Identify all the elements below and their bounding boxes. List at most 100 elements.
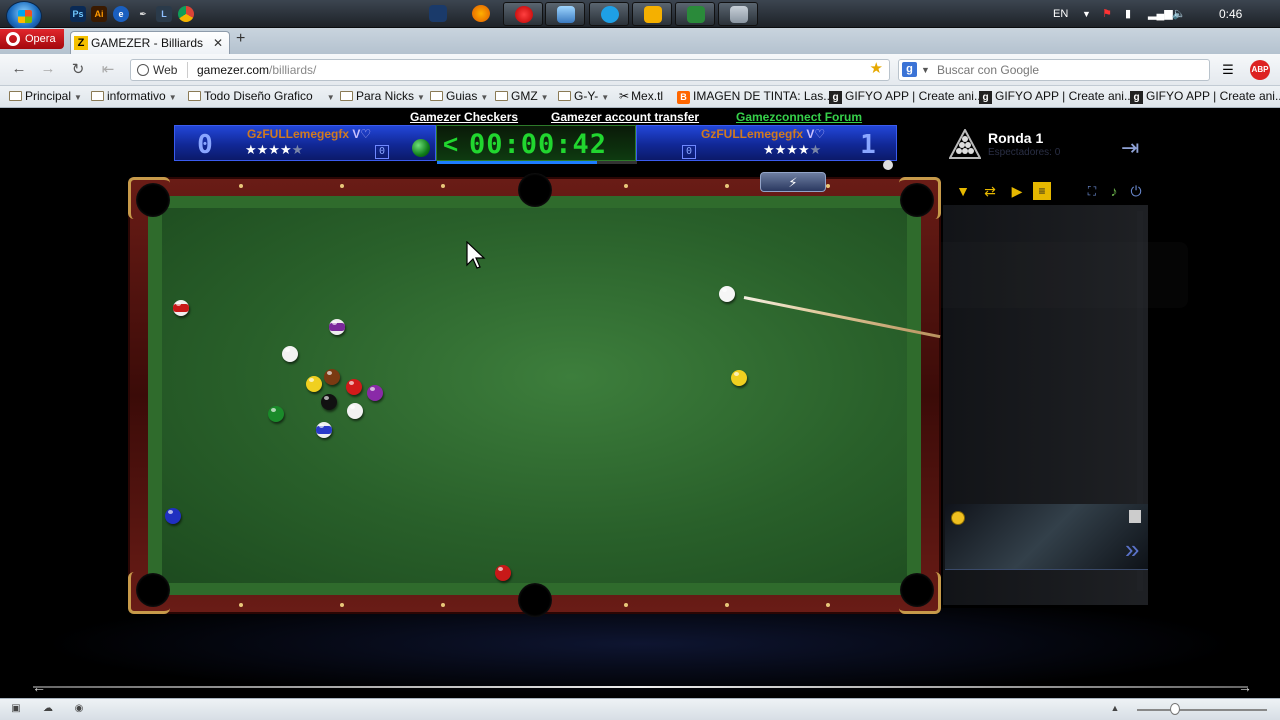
bookmark-link[interactable]: g GIFYO APP | Create ani...	[1130, 89, 1280, 104]
menu-icon[interactable]: ☰	[1218, 60, 1238, 80]
bookmark-folder[interactable]: G-Y- ▼	[558, 89, 609, 103]
gifyo-icon: g	[1130, 91, 1143, 104]
google-search-icon[interactable]: g	[902, 62, 917, 77]
pen-tool-icon[interactable]: ✒	[135, 6, 151, 22]
power-icon[interactable]: ⏻	[1127, 182, 1145, 200]
opera-logo-icon	[6, 32, 20, 46]
scroll-right-icon[interactable]: →	[1238, 679, 1252, 695]
lightroom-icon[interactable]: L	[156, 6, 172, 22]
windows-taskbar: Ps Ai e ✒ L EN ▼ ⚑ ▮ ▂▄▆ 🔈 0:46	[0, 0, 1280, 31]
send-chevron-icon[interactable]: »	[1125, 534, 1139, 565]
adblock-icon[interactable]: ABP	[1250, 60, 1270, 80]
new-tab-button[interactable]: +	[236, 30, 245, 48]
back-icon[interactable]: ←	[8, 60, 30, 77]
opera-menu-button[interactable]: Opera	[0, 29, 64, 49]
taskbar-app-media[interactable]	[632, 2, 672, 26]
cue-ball[interactable]	[719, 286, 735, 302]
player1-name-suffix: V♡	[352, 127, 372, 141]
zoom-up-icon[interactable]: ▲	[1108, 703, 1122, 715]
link-gamezer-checkers[interactable]: Gamezer Checkers	[410, 110, 518, 124]
search-engine-dropdown-icon[interactable]: ▼	[921, 60, 930, 80]
rail-diamond	[826, 184, 830, 188]
bookmark-folder[interactable]: Principal ▼	[9, 89, 82, 103]
site-info[interactable]: Web	[137, 60, 177, 80]
pocket-bottom-left	[136, 573, 170, 607]
language-indicator[interactable]: EN	[1053, 0, 1068, 28]
illustrator-icon[interactable]: Ai	[91, 6, 107, 22]
swap-icon[interactable]: ⇄	[981, 182, 999, 200]
player2-stars: ★★★★★	[763, 142, 822, 157]
player1-turn-indicator-icon	[412, 139, 430, 157]
bookmark-label: Mex.tl	[631, 89, 664, 103]
sound-icon[interactable]: ♪	[1105, 182, 1123, 200]
bookmark-link[interactable]: ✂ Mex.tl	[619, 89, 663, 103]
close-tab-icon[interactable]: ✕	[213, 32, 223, 54]
photoshop-icon[interactable]: Ps	[70, 6, 86, 22]
folder-icon	[91, 91, 104, 101]
bookmark-folder[interactable]: informativo ▼	[91, 89, 177, 103]
reload-icon[interactable]: ↻	[67, 60, 89, 78]
taskbar-app-opera[interactable]	[503, 2, 543, 26]
battery-icon[interactable]: ▮	[1125, 0, 1131, 28]
search-field[interactable]: g ▼ Buscar con Google	[898, 59, 1210, 81]
speed-dial-icon[interactable]: ◉	[72, 703, 86, 715]
bookmark-link[interactable]: g GIFYO APP | Create ani...	[979, 89, 1134, 104]
bookmark-folder[interactable]: Para Nicks ▼	[340, 89, 425, 103]
horizontal-scrollbar[interactable]	[33, 686, 1248, 688]
bookmark-label: informativo	[107, 89, 166, 103]
network-signal-icon[interactable]: ▂▄▆	[1148, 0, 1173, 28]
chevron-down-icon: ▼	[168, 93, 177, 102]
address-field[interactable]: Web gamezer.com/billiards/ ★	[130, 59, 890, 81]
player2-score: 1	[860, 130, 876, 160]
bookmark-star-icon[interactable]: ★	[870, 59, 883, 79]
folder-icon	[430, 91, 443, 101]
play-icon[interactable]: ▶	[1008, 182, 1026, 200]
taskbar-app-skype[interactable]	[589, 2, 629, 26]
link-gamezconnect-forum[interactable]: Gamezconnect Forum	[736, 110, 862, 124]
forward-icon[interactable]: →	[37, 60, 59, 77]
round-label: Ronda 1	[988, 130, 1044, 146]
rewind-icon[interactable]: ⇤	[97, 60, 119, 78]
match-timer: < 00:00:42	[436, 125, 637, 164]
action-center-flag-icon[interactable]: ⚑	[1102, 0, 1112, 28]
chevron-down-icon: ▼	[601, 93, 610, 102]
start-button[interactable]	[6, 1, 42, 31]
ball-purple-stripe	[329, 319, 345, 335]
tray-expand-icon[interactable]: ▼	[1082, 0, 1091, 28]
bookmark-link[interactable]: B IMAGEN DE TINTA: Las...	[677, 89, 833, 104]
list-icon[interactable]: ≡	[1033, 182, 1051, 200]
bookmark-folder[interactable]: Guias ▼	[430, 89, 488, 103]
screen: Ps Ai e ✒ L EN ▼ ⚑ ▮ ▂▄▆ 🔈 0:46 Opera Z …	[0, 0, 1280, 720]
billiards-table[interactable]	[128, 173, 941, 617]
clock[interactable]: 0:46	[1219, 0, 1242, 28]
volume-icon[interactable]: 🔈	[1172, 0, 1186, 28]
chat-input[interactable]: »	[945, 504, 1148, 570]
ball-red	[346, 379, 362, 395]
filter-icon[interactable]: ▼	[954, 182, 972, 200]
folder-icon	[188, 91, 201, 101]
taskbar-app-hotspot[interactable]	[545, 2, 585, 26]
emoji-icon[interactable]	[951, 511, 965, 525]
bookmark-folder[interactable]: Todo Diseño Grafico ▼	[188, 89, 335, 103]
taskbar-app-excel[interactable]	[675, 2, 715, 26]
taskbar-app-lightroom[interactable]	[420, 2, 460, 26]
taskbar-app-tool[interactable]	[718, 2, 758, 26]
trash-icon[interactable]	[1129, 510, 1141, 523]
bookmark-label: G-Y-	[574, 89, 599, 103]
taskbar-app-firefox[interactable]	[461, 2, 501, 26]
panel-toggle-icon[interactable]: ▣	[9, 703, 23, 715]
link-account-transfer[interactable]: Gamezer account transfer	[551, 110, 699, 124]
chevron-down-icon: ▼	[74, 93, 82, 102]
chrome-icon[interactable]	[178, 6, 194, 22]
browser-tab-bar: Opera Z GAMEZER - Billiards ✕ ⌄ ▁ ❐ ✕	[0, 28, 1280, 73]
exit-room-icon[interactable]: ⇥	[1121, 135, 1139, 161]
tab-gamezer-billiards[interactable]: Z GAMEZER - Billiards ✕	[70, 31, 230, 54]
bookmark-link[interactable]: g GIFYO APP | Create ani...	[829, 89, 984, 104]
bookmark-folder[interactable]: GMZ ▼	[495, 89, 549, 103]
internet-explorer-icon[interactable]: e	[113, 6, 129, 22]
zoom-slider[interactable]	[1137, 709, 1267, 711]
fullscreen-icon[interactable]: ⛶	[1083, 182, 1101, 200]
zoom-slider-knob[interactable]	[1170, 703, 1180, 715]
background-glow	[40, 608, 1240, 698]
cloud-icon[interactable]: ☁	[41, 703, 55, 715]
